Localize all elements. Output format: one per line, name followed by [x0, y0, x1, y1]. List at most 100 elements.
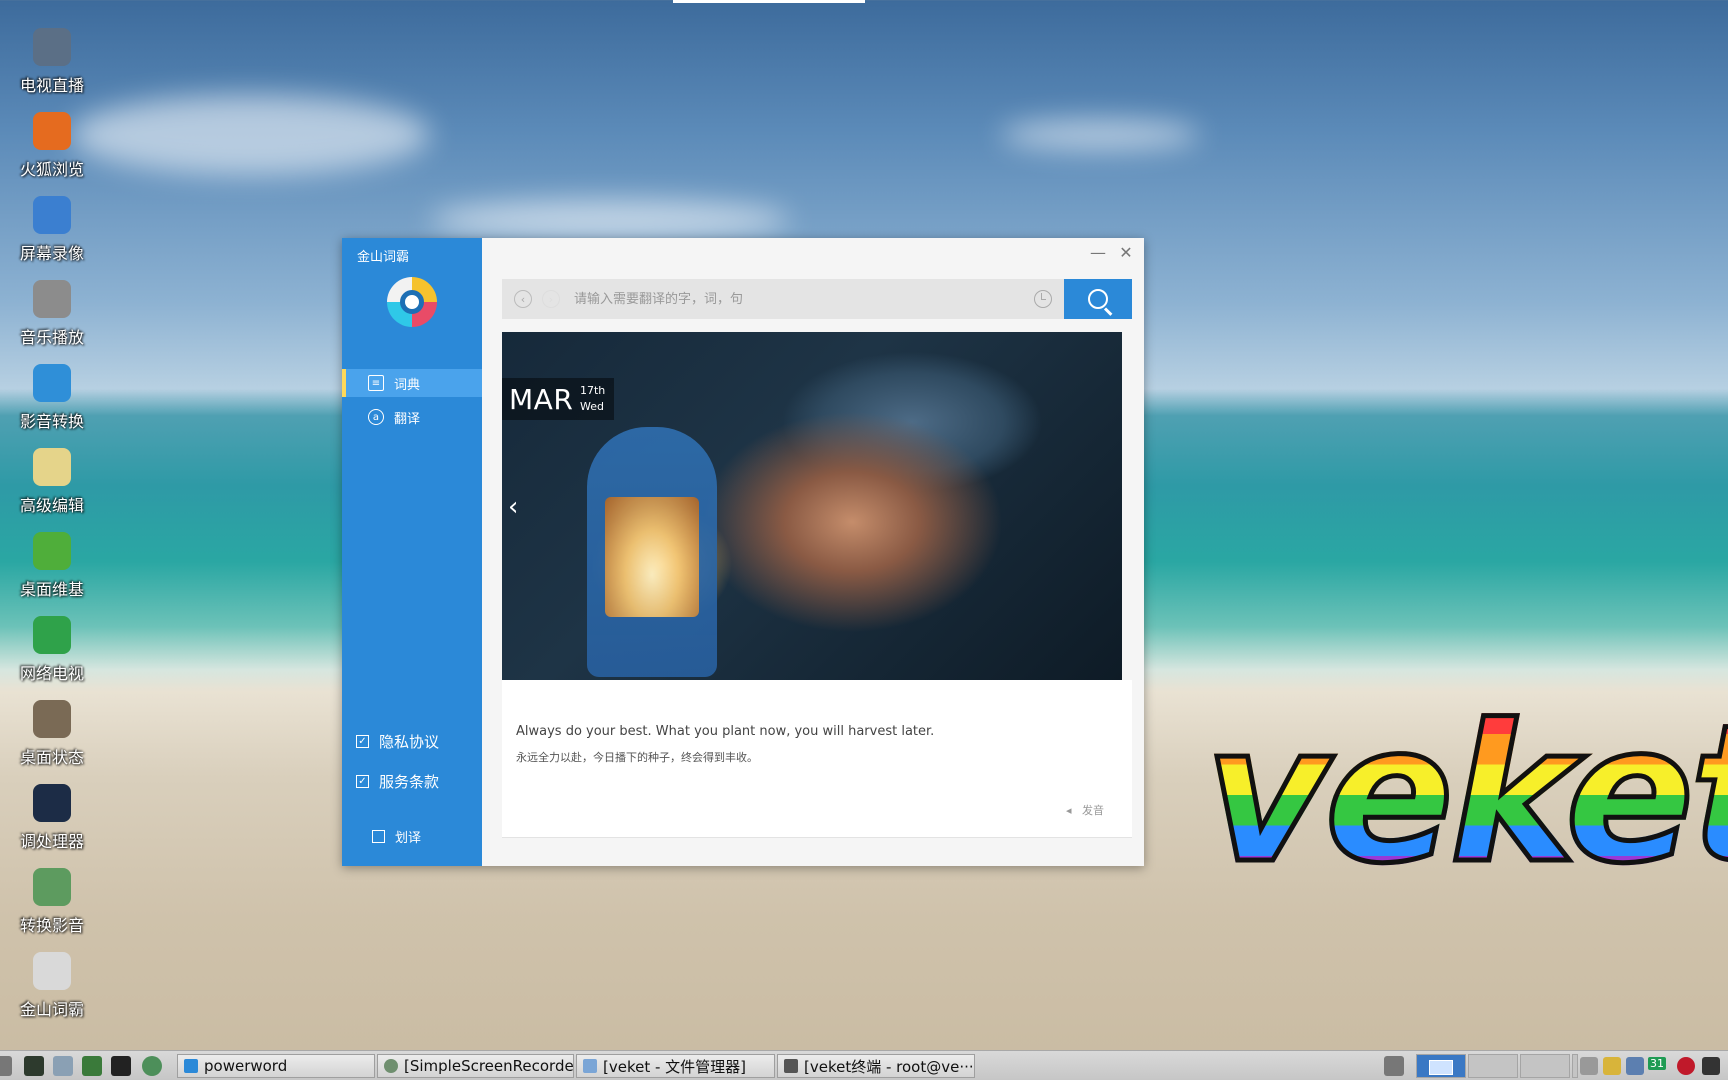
search-input[interactable]: [574, 279, 1014, 319]
daily-image: MAR 17th Wed ‹: [502, 332, 1122, 680]
desktop-icon-label: 高级编辑: [19, 496, 84, 515]
search-button[interactable]: [1064, 279, 1132, 319]
notepad-icon: [33, 448, 71, 486]
date-month: MAR: [509, 383, 574, 416]
convert-icon: [33, 868, 71, 906]
search-bar: ‹ ›: [502, 279, 1064, 319]
monitor-icon[interactable]: [24, 1056, 44, 1076]
play-icon: [33, 616, 71, 654]
desktop-icon-label: 音乐播放: [19, 328, 84, 347]
media-player-icon[interactable]: [82, 1056, 102, 1076]
task-label: powerword: [204, 1057, 288, 1075]
daily-quote: Always do your best. What you plant now,…: [502, 680, 1132, 782]
sidebar-item-label: 翻译: [394, 411, 421, 427]
dictionary-icon: [33, 952, 71, 990]
terminal-icon[interactable]: [111, 1056, 131, 1076]
clipboard-icon[interactable]: [1702, 1057, 1720, 1075]
taskbar: powerword [SimpleScreenRecorder] [veket …: [0, 1050, 1728, 1080]
desktop-icon[interactable]: 桌面维基: [10, 532, 94, 600]
screen-record-icon: [33, 196, 71, 234]
app-menu-icon[interactable]: [0, 1056, 12, 1076]
keyboard-icon[interactable]: [1580, 1057, 1598, 1075]
cloud: [70, 95, 430, 175]
checkbox-checked-icon: ✓: [356, 735, 369, 748]
scan-translate-checkbox[interactable]: 划译: [372, 827, 421, 846]
desktop-icon-label: 桌面维基: [19, 580, 84, 599]
desktop-icon[interactable]: 调处理器: [10, 784, 94, 852]
desktop-icon[interactable]: 火狐浏览: [10, 112, 94, 180]
speak-button[interactable]: ◂ 发音: [1066, 802, 1104, 818]
quote-english: Always do your best. What you plant now,…: [516, 724, 935, 739]
powerword-task-icon: [184, 1059, 198, 1073]
desktop-icon[interactable]: 音乐播放: [10, 280, 94, 348]
desktop-icon-label: 火狐浏览: [19, 160, 84, 179]
settings-icon[interactable]: [53, 1056, 73, 1076]
desktop-icon[interactable]: 屏幕录像: [10, 196, 94, 264]
quote-footer: ◂ 发音: [502, 782, 1132, 838]
search-icon: [1088, 289, 1108, 309]
speaker-icon: [33, 280, 71, 318]
speak-label: 发音: [1082, 804, 1104, 817]
powerword-window: 金山词霸 ≡ 词典 a 翻译 ✓ 隐私协议 ✓ 服务条款 划译 — ✕ ‹ ›: [342, 238, 1144, 866]
screenshot-icon[interactable]: [1384, 1056, 1404, 1076]
desktop-icon-label: 桌面状态: [19, 748, 84, 767]
desktop-icon[interactable]: 电视直播: [10, 28, 94, 96]
desktop-icon[interactable]: 网络电视: [10, 616, 94, 684]
record-icon[interactable]: [1677, 1057, 1695, 1075]
desktop-icon[interactable]: 高级编辑: [10, 448, 94, 516]
network-signal-icon[interactable]: [1626, 1057, 1644, 1075]
sidebar-item-label: 词典: [394, 377, 421, 393]
firefox-icon: [33, 112, 71, 150]
sidebar-item-translate[interactable]: a 翻译: [342, 403, 482, 431]
quote-chinese: 永远全力以赴，今日播下的种子，终会得到丰收。: [516, 751, 758, 764]
browser-icon[interactable]: [142, 1056, 162, 1076]
workspace-3[interactable]: [1520, 1054, 1570, 1078]
gauge-icon: [33, 700, 71, 738]
desktop-icon-label: 屏幕录像: [19, 244, 84, 263]
desktop-icon[interactable]: 影音转换: [10, 364, 94, 432]
top-strip: [673, 0, 865, 3]
dictionary-nav-icon: ≡: [368, 375, 384, 391]
close-button[interactable]: ✕: [1115, 242, 1137, 264]
storage-icon[interactable]: [1603, 1057, 1621, 1075]
forward-arrow-icon[interactable]: ›: [542, 290, 560, 308]
workspace-1[interactable]: [1416, 1054, 1466, 1078]
date-weekday: Wed: [580, 400, 604, 413]
tray-counter[interactable]: 31: [1648, 1057, 1666, 1070]
cloud: [430, 200, 790, 240]
back-arrow-icon[interactable]: ‹: [514, 290, 532, 308]
desktop-icon-label: 网络电视: [19, 664, 84, 683]
privacy-checkbox[interactable]: ✓ 隐私协议: [356, 731, 439, 752]
workspace-2[interactable]: [1468, 1054, 1518, 1078]
desktop-icon[interactable]: 转换影音: [10, 868, 94, 936]
translate-nav-icon: a: [368, 409, 384, 425]
date-day: 17th: [580, 384, 606, 397]
terms-checkbox[interactable]: ✓ 服务条款: [356, 771, 439, 792]
date-badge: MAR 17th Wed: [502, 378, 614, 420]
task-label: [SimpleScreenRecorder]: [404, 1057, 574, 1075]
task-screen-recorder[interactable]: [SimpleScreenRecorder]: [377, 1054, 574, 1078]
recorder-task-icon: [384, 1059, 398, 1073]
desktop-icon-label: 电视直播: [19, 76, 84, 95]
prev-arrow-icon[interactable]: ‹: [508, 492, 518, 522]
veket-logo: veket: [1203, 697, 1728, 892]
main-panel: — ✕ ‹ › MAR 17th Wed ‹ Always do your be…: [482, 238, 1144, 866]
desktop-icon-label: 金山词霸: [19, 1000, 84, 1019]
task-powerword[interactable]: powerword: [177, 1054, 375, 1078]
desktop-icon[interactable]: 金山词霸: [10, 952, 94, 1020]
cpu-icon: [33, 784, 71, 822]
sidebar-item-dictionary[interactable]: ≡ 词典: [342, 369, 482, 397]
minimize-button[interactable]: —: [1087, 242, 1109, 264]
history-icon[interactable]: [1034, 290, 1052, 308]
desktop-icon[interactable]: 桌面状态: [10, 700, 94, 768]
tv-icon: [33, 28, 71, 66]
workspace-4[interactable]: [1572, 1054, 1578, 1078]
wiki-icon: [33, 532, 71, 570]
task-terminal[interactable]: [veket终端 - root@ve···: [777, 1054, 975, 1078]
terms-label: 服务条款: [379, 773, 440, 791]
checkbox-unchecked-icon: [372, 830, 385, 843]
app-logo-icon: [387, 277, 437, 327]
task-file-manager[interactable]: [veket - 文件管理器]: [576, 1054, 775, 1078]
task-label: [veket终端 - root@ve···: [804, 1057, 974, 1076]
desktop-icon-label: 调处理器: [19, 832, 84, 851]
